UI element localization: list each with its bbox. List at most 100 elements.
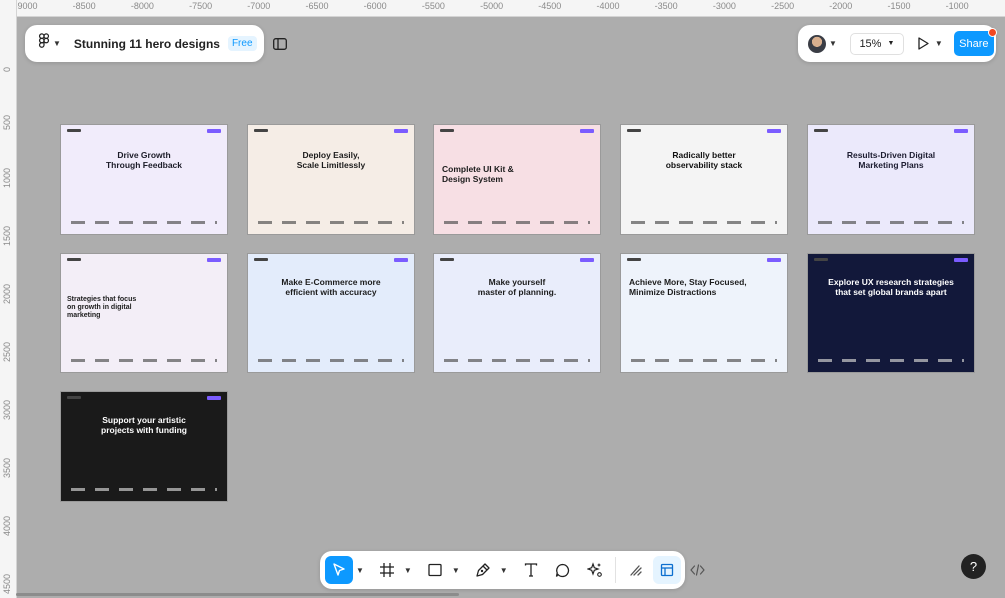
user-menu-button[interactable]: ▼	[808, 34, 840, 53]
ruler-tick-label: -9000	[14, 1, 38, 11]
hero-frame[interactable]: Support your artistic projects with fund…	[60, 391, 228, 502]
hero-frame[interactable]: Make yourself master of planning.	[433, 253, 601, 373]
shape-tool-button[interactable]	[421, 556, 449, 584]
frame-logo-strip	[71, 359, 217, 362]
ruler-tick-label: -4000	[596, 1, 620, 11]
frame-nav	[440, 258, 594, 262]
frame-logo-strip	[818, 221, 964, 224]
frame-icon	[379, 563, 394, 577]
chevron-down-icon[interactable]: ▼	[500, 566, 508, 575]
frame-heading: Strategies that focus on growth in digit…	[67, 296, 137, 320]
frame-nav	[254, 129, 408, 133]
frame-nav	[440, 129, 594, 133]
comment-tool-button[interactable]	[549, 556, 577, 584]
chevron-down-icon: ▼	[829, 39, 837, 48]
ruler-tick-label: -5000	[480, 1, 504, 11]
ruler-tick-label: -3000	[712, 1, 736, 11]
ruler-tick-label: -2000	[829, 1, 853, 11]
hero-frame[interactable]: Drive Growth Through Feedback	[60, 124, 228, 235]
toolbar-divider	[614, 557, 616, 583]
figma-logo-icon	[38, 33, 50, 54]
ruler-tick-label: 1000	[2, 167, 12, 188]
frame-logo-strip	[444, 221, 590, 224]
frame-heading: Radically better observability stack	[665, 150, 743, 170]
pen-tool-button[interactable]	[469, 556, 497, 584]
move-tool-button[interactable]	[325, 556, 353, 584]
ruler-tick-label: 500	[2, 114, 12, 130]
frame-nav	[67, 129, 221, 133]
bottom-toolbar: ▼ ▼ ▼ ▼	[320, 551, 705, 589]
hero-frame[interactable]: Complete UI Kit & Design System	[433, 124, 601, 235]
ruler-tick-label: -8500	[72, 1, 96, 11]
hero-frame[interactable]: Make E-Commerce more efficient with accu…	[247, 253, 415, 373]
present-button[interactable]: ▼	[918, 37, 946, 50]
ruler-tick-label: -4500	[538, 1, 562, 11]
chevron-down-icon[interactable]: ▼	[404, 566, 412, 575]
chevron-down-icon[interactable]: ▼	[452, 566, 460, 575]
frame-logo-strip	[258, 359, 404, 362]
pen-icon	[476, 562, 490, 577]
plan-badge[interactable]: Free	[227, 36, 257, 51]
hero-frame[interactable]: Achieve More, Stay Focused, Minimize Dis…	[620, 253, 788, 373]
text-tool-button[interactable]	[517, 556, 545, 584]
ruler-tick-label: -8000	[130, 1, 154, 11]
ruler-tick-label: -2500	[771, 1, 795, 11]
design-icon	[660, 563, 673, 577]
frame-heading: Deploy Easily, Scale Limitlessly	[296, 150, 366, 170]
frame-nav	[814, 129, 968, 133]
file-panel: ▼ Stunning 11 hero designs Free	[25, 25, 287, 62]
frame-tool-button[interactable]	[373, 556, 401, 584]
hero-frame[interactable]: Results-Driven Digital Marketing Plans	[807, 124, 975, 235]
sparkle-icon	[586, 562, 602, 577]
sidebar-icon	[272, 37, 287, 50]
notification-dot	[987, 28, 997, 37]
ruler-tick-label: -1000	[945, 1, 969, 11]
help-button[interactable]: ?	[961, 554, 986, 579]
ruler-tick-label: 4000	[2, 515, 12, 536]
hero-frame[interactable]: Deploy Easily, Scale Limitlessly	[247, 124, 415, 235]
frame-logo-strip	[258, 221, 404, 224]
frame-logo-strip	[631, 221, 777, 224]
frame-nav	[67, 396, 221, 400]
ruler-tick-label: -6000	[363, 1, 387, 11]
frame-heading: Drive Growth Through Feedback	[105, 150, 183, 170]
hero-frame[interactable]: Radically better observability stack	[620, 124, 788, 235]
text-icon	[524, 563, 537, 577]
design-mode-button[interactable]	[652, 556, 681, 584]
hero-frame[interactable]: Strategies that focus on growth in digit…	[60, 253, 228, 373]
chevron-down-icon: ▼	[53, 39, 61, 48]
zoom-dropdown[interactable]: 15% ▼	[849, 32, 904, 55]
dev-mode-button[interactable]	[684, 556, 712, 584]
frame-logo-strip	[71, 221, 217, 224]
horizontal-scrollbar[interactable]	[16, 593, 459, 596]
frame-heading: Results-Driven Digital Marketing Plans	[846, 150, 936, 170]
ruler-tick-label: -7000	[247, 1, 271, 11]
frame-logo-strip	[818, 359, 964, 362]
main-menu-button[interactable]: ▼	[38, 33, 64, 54]
share-label: Share	[959, 37, 989, 50]
ruler-tick-label: -5500	[421, 1, 445, 11]
chevron-down-icon: ▼	[887, 40, 895, 47]
toggle-sidebar-button[interactable]	[272, 37, 287, 50]
frame-heading: Complete UI Kit & Design System	[442, 164, 514, 184]
frame-nav	[254, 258, 408, 262]
frame-heading: Support your artistic projects with fund…	[101, 415, 187, 435]
code-icon	[690, 564, 705, 576]
draw-mode-button[interactable]	[622, 556, 650, 584]
hero-frame[interactable]: Explore UX research strategies that set …	[807, 253, 975, 373]
ruler-tick-label: -3500	[654, 1, 678, 11]
rectangle-icon	[428, 563, 442, 577]
frame-nav	[67, 258, 221, 262]
chevron-down-icon[interactable]: ▼	[356, 566, 364, 575]
ruler-tick-label: 4500	[2, 573, 12, 594]
ruler-tick-label: -1500	[887, 1, 911, 11]
frame-nav	[627, 129, 781, 133]
cursor-icon	[333, 563, 345, 576]
zoom-value: 15%	[859, 37, 882, 50]
ruler-tick-label: 1500	[2, 225, 12, 246]
frame-logo-strip	[71, 488, 217, 491]
share-button[interactable]: Share	[953, 28, 997, 56]
help-label: ?	[969, 559, 978, 574]
file-title[interactable]: Stunning 11 hero designs	[74, 37, 220, 51]
actions-tool-button[interactable]	[581, 556, 609, 584]
